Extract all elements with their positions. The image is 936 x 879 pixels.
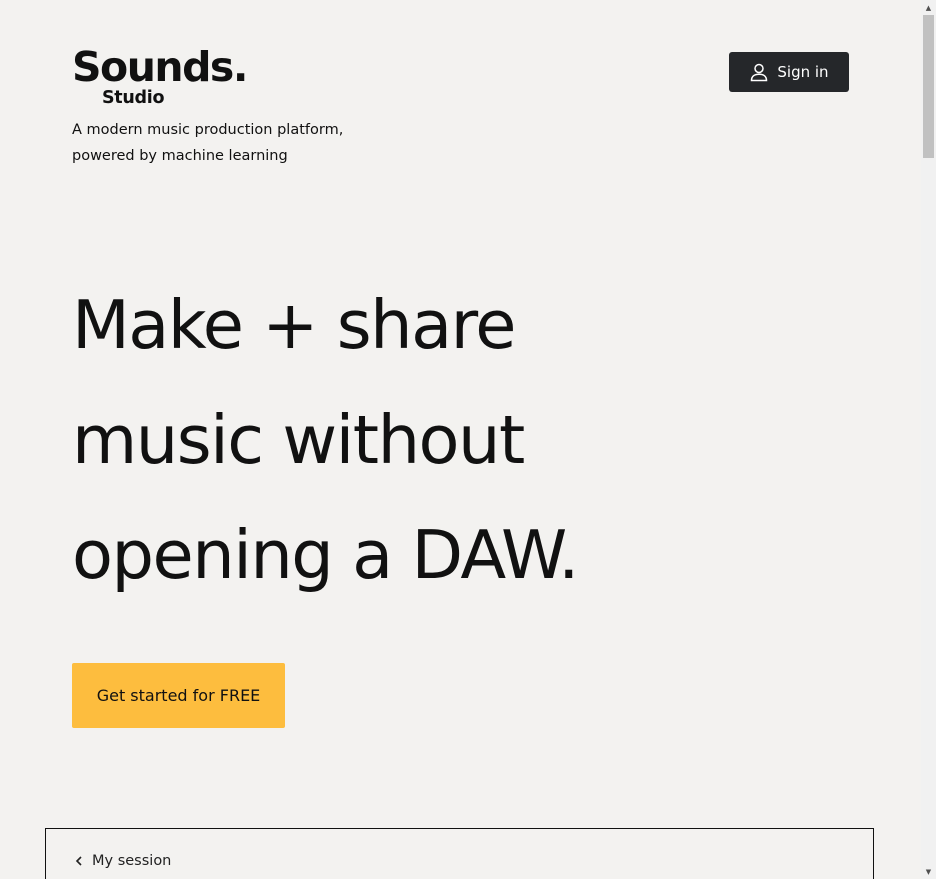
tagline-line-1: A modern music production platform, (72, 122, 344, 138)
session-panel: My session (45, 828, 874, 879)
logo[interactable]: Sounds. Studio (72, 43, 262, 110)
hero-line-2: music without (72, 401, 525, 479)
sign-in-label: Sign in (777, 63, 829, 81)
logo-wordmark: Sounds. (72, 43, 248, 91)
sign-in-button[interactable]: Sign in (729, 52, 849, 92)
my-session-label: My session (92, 853, 172, 869)
get-started-button[interactable]: Get started for FREE (72, 663, 285, 728)
scrollbar-thumb[interactable] (923, 15, 934, 158)
my-session-back-link[interactable]: My session (74, 853, 171, 869)
hero-line-3: opening a DAW. (72, 516, 579, 594)
tagline: A modern music production platform, powe… (72, 117, 392, 169)
user-icon (749, 62, 769, 82)
landing-page: Sounds. Studio A modern music production… (0, 0, 921, 879)
logo-subtitle: Studio (102, 88, 165, 108)
hero-line-1: Make + share (72, 286, 516, 364)
vertical-scrollbar[interactable]: ▲ ▼ (921, 0, 936, 879)
scroll-down-arrow-icon[interactable]: ▼ (921, 864, 936, 879)
scroll-up-arrow-icon[interactable]: ▲ (921, 0, 936, 15)
chevron-left-icon (74, 855, 84, 867)
hero-headline: Make + share music without opening a DAW… (72, 268, 792, 613)
tagline-line-2: powered by machine learning (72, 148, 288, 164)
